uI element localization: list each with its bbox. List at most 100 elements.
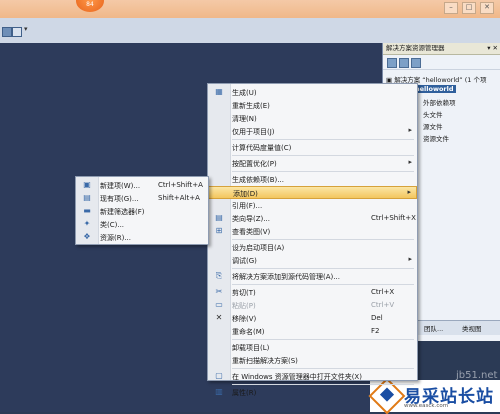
close-button[interactable]: ✕	[480, 2, 494, 14]
submenu-arrow-icon: ▸	[408, 126, 412, 134]
ctx-menu-item-8[interactable]: 按配置优化(P) ▸	[208, 157, 417, 170]
source-control-icon: ⎘	[215, 271, 223, 280]
ctx-menu-item-23[interactable]: ✕ 移除(V) Del	[208, 312, 417, 325]
properties-icon: ▥	[215, 387, 223, 396]
ctx-menu-item-17[interactable]: 调试(G) ▸	[208, 254, 417, 267]
menu-item-label: 属性(R)	[232, 389, 257, 397]
menu-item-label: 调试(G)	[232, 257, 257, 265]
ctx-menu-item-10[interactable]: 生成依赖项(B)...	[208, 173, 417, 186]
new-item-icon: ▣	[83, 180, 91, 189]
ctx-menu-item-31[interactable]: ▥ 属性(R)	[208, 386, 417, 399]
menu-item-label: 资源(R)...	[100, 234, 132, 242]
menu-separator	[232, 284, 414, 285]
new-filter-icon: ▬	[83, 206, 91, 215]
tree-project-node[interactable]: helloworld	[413, 85, 456, 93]
toolbar-dropdown-icon[interactable]: ▾	[24, 25, 32, 33]
title-bar: 84 – □ ✕	[0, 0, 500, 18]
menu-item-shortcut: Ctrl+X	[371, 288, 395, 296]
class-diagram-icon: ⊞	[215, 226, 223, 235]
menu-item-label: 卸载项目(L)	[232, 344, 270, 352]
menu-item-shortcut: F2	[371, 327, 380, 335]
menu-item-label: 类向导(Z)...	[232, 215, 270, 223]
menu-item-label: 重命名(M)	[232, 328, 265, 336]
ctx-menu-item-11[interactable]: 添加(D) ▸	[208, 186, 417, 199]
menu-separator	[232, 171, 414, 172]
menu-item-label: 生成依赖项(B)...	[232, 176, 284, 184]
menu-item-shortcut: Ctrl+Shift+A	[158, 181, 203, 189]
brand-url: www.easck.com	[404, 403, 449, 409]
tree-item[interactable]: 源文件	[423, 121, 443, 131]
ctx-menu-item-29[interactable]: ▢ 在 Windows 资源管理器中打开文件夹(X)	[208, 370, 417, 383]
maximize-button[interactable]: □	[462, 2, 476, 14]
ctx-menu-item-1[interactable]: ▦ 生成(U)	[208, 86, 417, 99]
menu-item-shortcut: Shift+Alt+A	[158, 194, 200, 202]
menu-item-label: 仅用于项目(J)	[232, 128, 275, 136]
menu-item-label: 新建筛选器(F)	[100, 208, 145, 216]
cut-icon: ✂	[215, 287, 223, 296]
ctx-menu-item-26[interactable]: 卸载项目(L)	[208, 341, 417, 354]
tab-class-view[interactable]: 类视图	[462, 323, 482, 333]
ctx-menu-item-3[interactable]: 清理(N)	[208, 112, 417, 125]
ctx-menu-item-21[interactable]: ✂ 剪切(T) Ctrl+X	[208, 286, 417, 299]
menu-item-shortcut: Ctrl+Shift+X	[371, 214, 416, 222]
toolbar-window-icon[interactable]	[12, 27, 22, 37]
app-badge: 84	[76, 0, 104, 12]
refresh-icon[interactable]	[411, 58, 421, 68]
ctx-menu-item-24[interactable]: 重命名(M) F2	[208, 325, 417, 338]
toolbar: ▾	[0, 18, 500, 44]
tree-item[interactable]: 外部依赖项	[423, 97, 456, 107]
add-menu-item-2[interactable]: ▤ 现有项(G)... Shift+Alt+A	[76, 192, 208, 205]
window-controls: – □ ✕	[444, 2, 494, 14]
menu-item-label: 移除(V)	[232, 315, 257, 323]
paste-icon: ▭	[215, 300, 223, 309]
minimize-button[interactable]: –	[444, 2, 458, 14]
menu-item-label: 添加(D)	[233, 190, 258, 198]
menu-item-label: 重新生成(E)	[232, 102, 270, 110]
ctx-menu-item-6[interactable]: 计算代码度量值(C)	[208, 141, 417, 154]
menu-item-label: 剪切(T)	[232, 289, 256, 297]
toolbar-tool-icon[interactable]	[2, 27, 12, 37]
open-folder-icon: ▢	[215, 371, 223, 380]
solution-explorer-title: 解决方案资源管理器 ▾ ✕	[383, 43, 500, 55]
ctx-menu-item-16[interactable]: 设为启动项目(A)	[208, 241, 417, 254]
tab-team[interactable]: 团队...	[424, 323, 443, 333]
properties-icon[interactable]	[387, 58, 397, 68]
pin-close-icon[interactable]: ▾ ✕	[487, 43, 498, 54]
ctx-menu-item-14[interactable]: ⊞ 查看类图(V)	[208, 225, 417, 238]
add-menu-item-3[interactable]: ▬ 新建筛选器(F)	[76, 205, 208, 218]
menu-item-label: 生成(U)	[232, 89, 257, 97]
tree-item[interactable]: 资源文件	[423, 133, 449, 143]
menu-item-label: 清理(N)	[232, 115, 257, 123]
menu-separator	[232, 268, 414, 269]
menu-item-label: 设为启动项目(A)	[232, 244, 285, 252]
ctx-menu-item-4[interactable]: 仅用于项目(J) ▸	[208, 125, 417, 138]
menu-separator	[232, 368, 414, 369]
menu-item-label: 按配置优化(P)	[232, 160, 277, 168]
menu-item-label: 在 Windows 资源管理器中打开文件夹(X)	[232, 373, 362, 381]
resource-icon: ❖	[83, 232, 91, 241]
menu-item-label: 引用(F)...	[232, 202, 263, 210]
add-menu-item-1[interactable]: ▣ 新建项(W)... Ctrl+Shift+A	[76, 179, 208, 192]
ctx-menu-item-19[interactable]: ⎘ 将解决方案添加到源代码管理(A)...	[208, 270, 417, 283]
menu-separator	[232, 239, 414, 240]
tree-item[interactable]: 头文件	[423, 109, 443, 119]
menu-separator	[232, 339, 414, 340]
solution-explorer-title-text: 解决方案资源管理器	[386, 44, 445, 52]
show-all-files-icon[interactable]	[399, 58, 409, 68]
menu-separator	[232, 384, 414, 385]
add-submenu: ▣ 新建项(W)... Ctrl+Shift+A ▤ 现有项(G)... Shift+Al…	[75, 176, 209, 245]
add-menu-item-4[interactable]: ✦ 类(C)...	[76, 218, 208, 231]
ctx-menu-item-2[interactable]: 重新生成(E)	[208, 99, 417, 112]
menu-item-label: 将解决方案添加到源代码管理(A)...	[232, 273, 340, 281]
ctx-menu-item-22[interactable]: ▭ 粘贴(P) Ctrl+V	[208, 299, 417, 312]
class-icon: ✦	[83, 219, 91, 228]
class-wizard-icon: ▤	[215, 213, 223, 222]
ctx-menu-item-13[interactable]: ▤ 类向导(Z)... Ctrl+Shift+X	[208, 212, 417, 225]
ctx-menu-item-27[interactable]: 重新扫描解决方案(S)	[208, 354, 417, 367]
ctx-menu-item-12[interactable]: 引用(F)...	[208, 199, 417, 212]
solution-explorer-toolbar	[383, 55, 500, 70]
menu-item-label: 新建项(W)...	[100, 182, 141, 190]
menu-item-shortcut: Del	[371, 314, 383, 322]
submenu-arrow-icon: ▸	[408, 158, 412, 166]
add-menu-item-5[interactable]: ❖ 资源(R)...	[76, 231, 208, 244]
